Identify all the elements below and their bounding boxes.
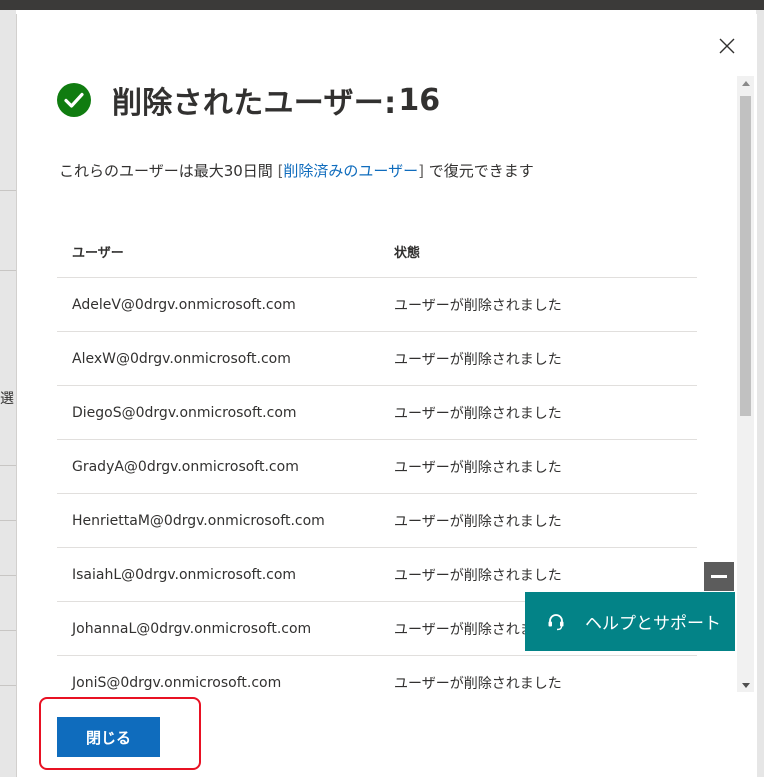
description-prefix: これらのユーザーは最大30日間 bbox=[59, 162, 278, 180]
divider bbox=[0, 685, 16, 686]
deleted-count: 16 bbox=[398, 82, 441, 118]
user-email: JoniS@0drgv.onmicrosoft.com bbox=[72, 674, 282, 691]
restore-description: これらのユーザーは最大30日間 [削除済みのユーザー] で復元できます bbox=[59, 160, 534, 181]
close-icon[interactable] bbox=[717, 36, 737, 56]
scroll-up-icon[interactable] bbox=[737, 76, 754, 90]
scrollbar[interactable] bbox=[737, 76, 754, 692]
divider bbox=[0, 520, 16, 521]
scroll-down-icon[interactable] bbox=[737, 678, 754, 692]
user-status: ユーザーが削除されました bbox=[394, 405, 562, 422]
user-status: ユーザーが削除されました bbox=[394, 297, 562, 314]
user-status: ユーザーが削除されました bbox=[394, 351, 562, 368]
background-app-edge bbox=[756, 10, 764, 777]
divider bbox=[0, 465, 16, 466]
help-and-support-button[interactable]: ヘルプとサポート bbox=[525, 592, 735, 651]
table-row: DiegoS@0drgv.onmicrosoft.com ユーザーが削除されまし… bbox=[57, 386, 697, 440]
user-email: AlexW@0drgv.onmicrosoft.com bbox=[72, 350, 291, 367]
deleted-users-link[interactable]: 削除済みのユーザー bbox=[283, 162, 418, 180]
help-label: ヘルプとサポート bbox=[585, 614, 721, 634]
table-row: HenriettaM@0drgv.onmicrosoft.com ユーザーが削除… bbox=[57, 494, 697, 548]
deleted-users-panel: 削除されたユーザー: 16 これらのユーザーは最大30日間 [削除済みのユーザー… bbox=[16, 14, 757, 777]
table-row: AdeleV@0drgv.onmicrosoft.com ユーザーが削除されまし… bbox=[57, 278, 697, 332]
page-title: 削除されたユーザー: bbox=[112, 86, 397, 121]
column-header-user: ユーザー bbox=[72, 245, 124, 261]
user-status: ユーザーが削除されました bbox=[394, 459, 562, 476]
success-check-icon bbox=[57, 83, 91, 117]
background-partial-text: 選 bbox=[0, 391, 14, 407]
user-status: ユーザーが削除されました bbox=[394, 513, 562, 530]
user-email: AdeleV@0drgv.onmicrosoft.com bbox=[72, 296, 296, 313]
user-email: JohannaL@0drgv.onmicrosoft.com bbox=[72, 620, 312, 637]
user-status: ユーザーが削除されました bbox=[394, 567, 562, 584]
minimize-icon[interactable] bbox=[704, 562, 734, 591]
panel-header: 削除されたユーザー: 16 bbox=[57, 80, 441, 121]
user-email: DiegoS@0drgv.onmicrosoft.com bbox=[72, 404, 297, 421]
divider bbox=[0, 270, 16, 271]
headset-icon bbox=[548, 613, 564, 630]
user-email: IsaiahL@0drgv.onmicrosoft.com bbox=[72, 566, 297, 583]
divider bbox=[0, 190, 16, 191]
background-app: 選 bbox=[0, 10, 16, 777]
scrollbar-thumb[interactable] bbox=[740, 96, 751, 416]
user-email: GradyA@0drgv.onmicrosoft.com bbox=[72, 458, 299, 475]
divider bbox=[0, 630, 16, 631]
table-header: ユーザー 状態 bbox=[57, 225, 697, 278]
user-email: HenriettaM@0drgv.onmicrosoft.com bbox=[72, 512, 325, 529]
divider bbox=[0, 575, 16, 576]
user-status: ユーザーが削除されました bbox=[394, 675, 562, 692]
table-row: AlexW@0drgv.onmicrosoft.com ユーザーが削除されました bbox=[57, 332, 697, 386]
description-suffix: で復元できます bbox=[423, 162, 534, 180]
column-header-status: 状態 bbox=[394, 245, 421, 261]
app-top-bar bbox=[0, 0, 764, 10]
table-row: GradyA@0drgv.onmicrosoft.com ユーザーが削除されまし… bbox=[57, 440, 697, 494]
annotation-highlight bbox=[39, 697, 201, 770]
